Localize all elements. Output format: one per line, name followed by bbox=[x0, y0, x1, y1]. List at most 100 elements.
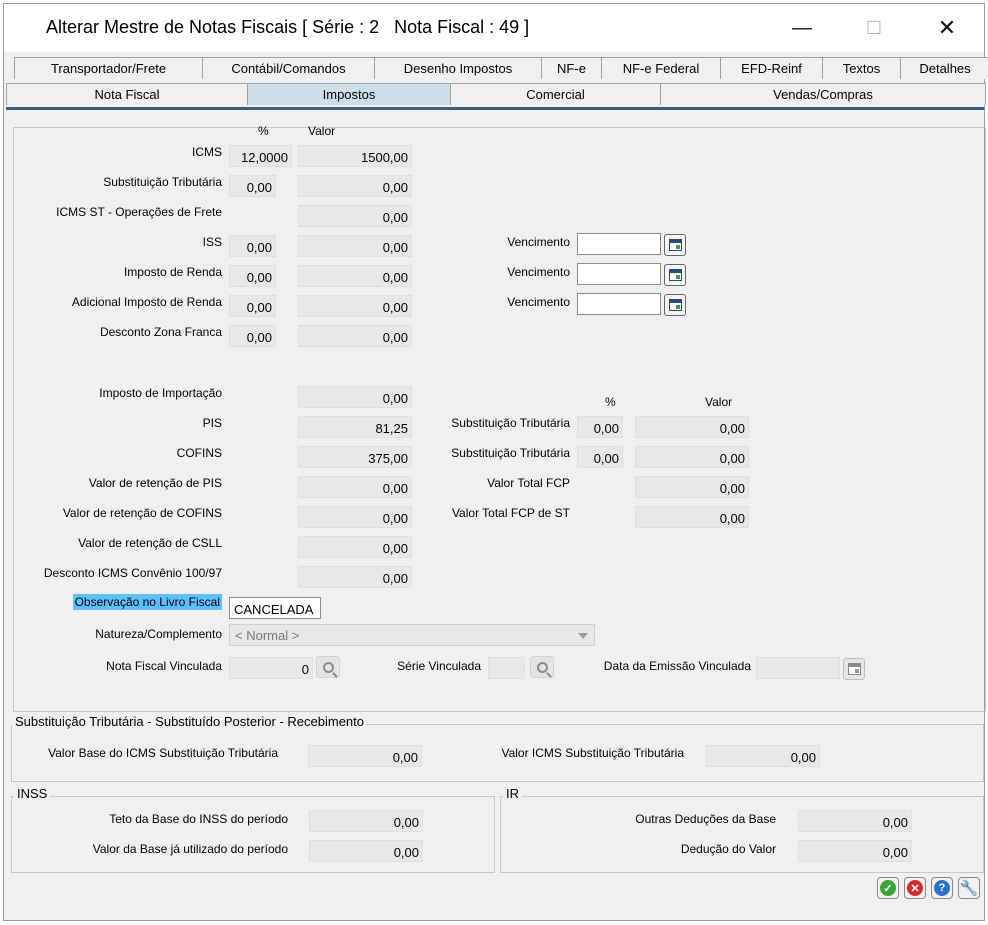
maximize-button[interactable]: ☐ bbox=[844, 4, 904, 52]
ir-label: Imposto de Renda bbox=[123, 265, 222, 279]
tab-textos[interactable]: Textos bbox=[822, 57, 901, 79]
tab-vendas-compras[interactable]: Vendas/Compras bbox=[660, 83, 986, 105]
adic-ir-vencimento-input[interactable] bbox=[577, 293, 661, 315]
search-icon bbox=[322, 661, 334, 673]
close-button[interactable]: ✕ bbox=[917, 4, 977, 52]
adic-ir-pct-field[interactable]: 0,00 bbox=[229, 295, 276, 317]
ir-valor-field[interactable]: 0,00 bbox=[298, 265, 412, 287]
ir-vencimento-input[interactable] bbox=[577, 263, 661, 285]
cofins-valor-field[interactable]: 375,00 bbox=[298, 446, 412, 468]
help-icon: ? bbox=[934, 880, 950, 896]
nf-vinculada-label: Nota Fiscal Vinculada bbox=[106, 659, 222, 673]
ir-calendar-button[interactable] bbox=[664, 264, 686, 286]
cancel-button[interactable]: ✕ bbox=[904, 877, 926, 899]
tab-row-1: Transportador/Frete Contábil/Comandos De… bbox=[14, 57, 988, 79]
adic-ir-label: Adicional Imposto de Renda bbox=[71, 295, 222, 309]
fcp-st-label: Valor Total FCP de ST bbox=[451, 506, 570, 520]
tab-detalhes[interactable]: Detalhes bbox=[900, 57, 988, 79]
ir-outras-label: Outras Deduções da Base bbox=[635, 812, 776, 826]
icms-st-frete-valor-field[interactable]: 0,00 bbox=[298, 205, 412, 227]
ir-outras-valor-field[interactable]: 0,00 bbox=[798, 810, 912, 832]
inss-teto-valor-field[interactable]: 0,00 bbox=[309, 810, 423, 832]
ret-csll-valor-field[interactable]: 0,00 bbox=[298, 536, 412, 558]
chevron-down-icon bbox=[578, 633, 588, 639]
r-subst2-valor-field[interactable]: 0,00 bbox=[635, 446, 749, 468]
ir-deducao-valor-field[interactable]: 0,00 bbox=[798, 840, 912, 862]
ir-pct-field[interactable]: 0,00 bbox=[229, 265, 276, 287]
tab-comercial[interactable]: Comercial bbox=[450, 83, 661, 105]
cofins-label: COFINS bbox=[176, 446, 222, 460]
icms-valor-field[interactable]: 1500,00 bbox=[298, 145, 412, 167]
iss-valor-field[interactable]: 0,00 bbox=[298, 235, 412, 257]
fcp-valor-field[interactable]: 0,00 bbox=[635, 476, 749, 498]
natureza-label: Natureza/Complemento bbox=[95, 627, 222, 641]
subst-pct-field[interactable]: 0,00 bbox=[229, 175, 276, 197]
data-emissao-calendar-button[interactable] bbox=[843, 658, 865, 680]
tab-underline bbox=[6, 107, 984, 110]
iss-vencimento-input[interactable] bbox=[577, 233, 661, 255]
importacao-label: Imposto de Importação bbox=[99, 386, 222, 400]
serie-vinculada-search-button[interactable] bbox=[530, 656, 554, 678]
obs-label-text: Observação no Livro Fiscal bbox=[72, 594, 222, 610]
tab-nfe[interactable]: NF-e bbox=[541, 57, 602, 79]
nf-vinculada-field[interactable]: 0 bbox=[229, 657, 313, 679]
fcp-st-valor-field[interactable]: 0,00 bbox=[635, 506, 749, 528]
r-subst1-pct-field[interactable]: 0,00 bbox=[577, 416, 623, 438]
icms-st-frete-label: ICMS ST - Operações de Frete bbox=[56, 205, 222, 219]
data-emissao-field[interactable] bbox=[756, 657, 840, 679]
iss-calendar-button[interactable] bbox=[664, 234, 686, 256]
main-window: Alterar Mestre de Notas Fiscais [ Série … bbox=[3, 3, 988, 921]
r-subst1-valor-field[interactable]: 0,00 bbox=[635, 416, 749, 438]
icms-label: ICMS bbox=[192, 145, 222, 159]
inss-title: INSS bbox=[14, 786, 51, 801]
zona-franca-pct-field[interactable]: 0,00 bbox=[229, 325, 276, 347]
iss-pct-field[interactable]: 0,00 bbox=[229, 235, 276, 257]
r-subst1-label: Substituição Tributária bbox=[451, 416, 570, 430]
natureza-select[interactable]: < Normal > bbox=[229, 624, 595, 646]
importacao-valor-field[interactable]: 0,00 bbox=[298, 386, 412, 408]
obs-input[interactable]: CANCELADA bbox=[229, 597, 321, 619]
st-icms-valor-field[interactable]: 0,00 bbox=[706, 745, 820, 767]
col-header-pct: % bbox=[258, 124, 269, 138]
tab-impostos[interactable]: Impostos bbox=[247, 83, 451, 105]
r-subst2-label: Substituição Tributária bbox=[451, 446, 570, 460]
help-button[interactable]: ? bbox=[931, 877, 953, 899]
tab-efd-reinf[interactable]: EFD-Reinf bbox=[720, 57, 823, 79]
iss-vencimento-label: Vencimento bbox=[507, 235, 570, 249]
pis-valor-field[interactable]: 81,25 bbox=[298, 416, 412, 438]
zona-franca-valor-field[interactable]: 0,00 bbox=[298, 325, 412, 347]
nf-vinculada-search-button[interactable] bbox=[316, 656, 340, 678]
title-bar: Alterar Mestre de Notas Fiscais [ Série … bbox=[4, 4, 984, 52]
tab-transportador-frete[interactable]: Transportador/Frete bbox=[14, 57, 203, 79]
calendar-icon bbox=[668, 269, 682, 281]
adic-ir-vencimento-label: Vencimento bbox=[507, 295, 570, 309]
adic-ir-calendar-button[interactable] bbox=[664, 294, 686, 316]
icms-pct-field[interactable]: 12,0000 bbox=[229, 145, 292, 167]
window-title: Alterar Mestre de Notas Fiscais [ Série … bbox=[46, 17, 530, 37]
subst-valor-field[interactable]: 0,00 bbox=[298, 175, 412, 197]
ret-pis-valor-field[interactable]: 0,00 bbox=[298, 476, 412, 498]
tab-nfe-federal[interactable]: NF-e Federal bbox=[601, 57, 721, 79]
desc-icms-valor-field[interactable]: 0,00 bbox=[298, 566, 412, 588]
tools-button[interactable]: 🔧 bbox=[958, 877, 980, 899]
ret-csll-label: Valor de retenção de CSLL bbox=[78, 536, 222, 550]
ir-deducao-label: Dedução do Valor bbox=[680, 842, 776, 856]
col-header-valor: Valor bbox=[308, 124, 336, 138]
tab-contabil-comandos[interactable]: Contábil/Comandos bbox=[202, 57, 375, 79]
ret-cofins-label: Valor de retenção de COFINS bbox=[62, 506, 222, 520]
wrench-icon: 🔧 bbox=[959, 880, 979, 897]
serie-vinculada-field[interactable] bbox=[488, 657, 525, 679]
zona-franca-label: Desconto Zona Franca bbox=[99, 325, 222, 339]
r-col-header-pct: % bbox=[605, 395, 616, 409]
minimize-button[interactable]: — bbox=[772, 4, 832, 52]
fcp-label: Valor Total FCP bbox=[487, 476, 570, 490]
r-subst2-pct-field[interactable]: 0,00 bbox=[577, 446, 623, 468]
ret-cofins-valor-field[interactable]: 0,00 bbox=[298, 506, 412, 528]
subst-label: Substituição Tributária bbox=[103, 175, 222, 189]
inss-utilizado-valor-field[interactable]: 0,00 bbox=[309, 840, 423, 862]
ok-button[interactable]: ✓ bbox=[877, 877, 899, 899]
tab-nota-fiscal[interactable]: Nota Fiscal bbox=[6, 83, 248, 105]
st-base-valor-field[interactable]: 0,00 bbox=[308, 745, 422, 767]
tab-desenho-impostos[interactable]: Desenho Impostos bbox=[374, 57, 542, 79]
adic-ir-valor-field[interactable]: 0,00 bbox=[298, 295, 412, 317]
